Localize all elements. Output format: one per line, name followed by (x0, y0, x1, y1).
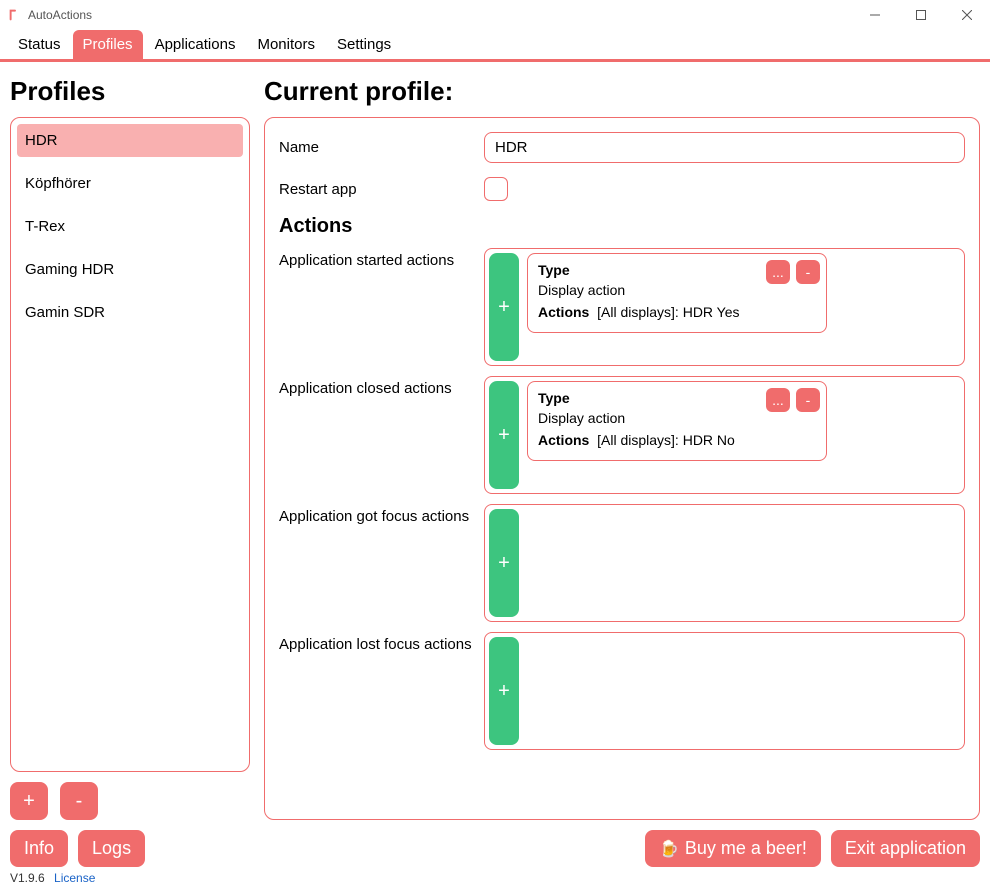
titlebar: AutoActions (0, 0, 990, 30)
profile-item-kopfhorer[interactable]: Köpfhörer (17, 167, 243, 200)
card-actions-label: Actions (538, 432, 589, 448)
version-text: V1.9.6 (10, 871, 45, 885)
current-profile-panel: Name Restart app Actions Application sta… (264, 117, 980, 820)
beer-label: Buy me a beer! (685, 838, 807, 859)
group-label-closed: Application closed actions (279, 376, 484, 494)
actions-container-focus: + (484, 504, 965, 622)
footer: Info Logs 🍺 Buy me a beer! Exit applicat… (0, 824, 990, 869)
main-content: Profiles HDR Köpfhörer T-Rex Gaming HDR … (0, 62, 990, 824)
restart-label: Restart app (279, 181, 484, 198)
profile-item-trex[interactable]: T-Rex (17, 210, 243, 243)
profile-item-gaming-hdr[interactable]: Gaming HDR (17, 253, 243, 286)
profiles-heading: Profiles (10, 76, 250, 107)
card-type-label: Type (538, 262, 570, 278)
tab-profiles[interactable]: Profiles (73, 30, 143, 59)
card-type-label: Type (538, 390, 570, 406)
current-profile-column: Current profile: Name Restart app Action… (264, 72, 980, 820)
add-action-focus-button[interactable]: + (489, 509, 519, 617)
beer-icon: 🍺 (659, 839, 679, 859)
profile-item-hdr[interactable]: HDR (17, 124, 243, 157)
window-close-button[interactable] (944, 0, 990, 30)
info-button[interactable]: Info (10, 830, 68, 867)
profile-list: HDR Köpfhörer T-Rex Gaming HDR Gamin SDR (10, 117, 250, 772)
app-logo-icon (8, 8, 22, 22)
profiles-column: Profiles HDR Köpfhörer T-Rex Gaming HDR … (10, 72, 250, 820)
buy-me-a-beer-button[interactable]: 🍺 Buy me a beer! (645, 830, 821, 867)
version-row: V1.9.6 License (0, 869, 990, 891)
window-title: AutoActions (28, 8, 92, 22)
group-label-lostfocus: Application lost focus actions (279, 632, 484, 750)
edit-action-button[interactable]: ... (766, 260, 790, 284)
add-action-closed-button[interactable]: + (489, 381, 519, 489)
add-action-started-button[interactable]: + (489, 253, 519, 361)
remove-action-button[interactable]: - (796, 388, 820, 412)
remove-profile-button[interactable]: - (60, 782, 98, 820)
license-link[interactable]: License (54, 871, 95, 885)
tab-monitors[interactable]: Monitors (247, 30, 325, 59)
actions-container-lostfocus: + (484, 632, 965, 750)
action-card-closed-0: ... - Type Display action Actions [All d… (527, 381, 827, 461)
add-action-lostfocus-button[interactable]: + (489, 637, 519, 745)
card-type-value: Display action (538, 282, 625, 298)
card-type-value: Display action (538, 410, 625, 426)
name-label: Name (279, 139, 484, 156)
current-profile-heading: Current profile: (264, 76, 980, 107)
tab-applications[interactable]: Applications (145, 30, 246, 59)
group-label-started: Application started actions (279, 248, 484, 366)
exit-application-button[interactable]: Exit application (831, 830, 980, 867)
profile-name-input[interactable] (484, 132, 965, 163)
restart-app-checkbox[interactable] (484, 177, 508, 201)
window-maximize-button[interactable] (898, 0, 944, 30)
group-label-focus: Application got focus actions (279, 504, 484, 622)
tab-settings[interactable]: Settings (327, 30, 401, 59)
edit-action-button[interactable]: ... (766, 388, 790, 412)
profile-item-gaming-sdr[interactable]: Gamin SDR (17, 296, 243, 329)
card-actions-value: [All displays]: HDR No (597, 432, 735, 448)
add-profile-button[interactable]: + (10, 782, 48, 820)
actions-container-closed: + ... - Type Display action Actions [All… (484, 376, 965, 494)
actions-heading: Actions (279, 215, 965, 238)
actions-container-started: + ... - Type Display action Actions [All… (484, 248, 965, 366)
tab-strip: Status Profiles Applications Monitors Se… (0, 30, 990, 62)
window-minimize-button[interactable] (852, 0, 898, 30)
logs-button[interactable]: Logs (78, 830, 145, 867)
card-actions-value: [All displays]: HDR Yes (597, 304, 739, 320)
card-actions-label: Actions (538, 304, 589, 320)
tab-status[interactable]: Status (8, 30, 71, 59)
remove-action-button[interactable]: - (796, 260, 820, 284)
action-card-started-0: ... - Type Display action Actions [All d… (527, 253, 827, 333)
